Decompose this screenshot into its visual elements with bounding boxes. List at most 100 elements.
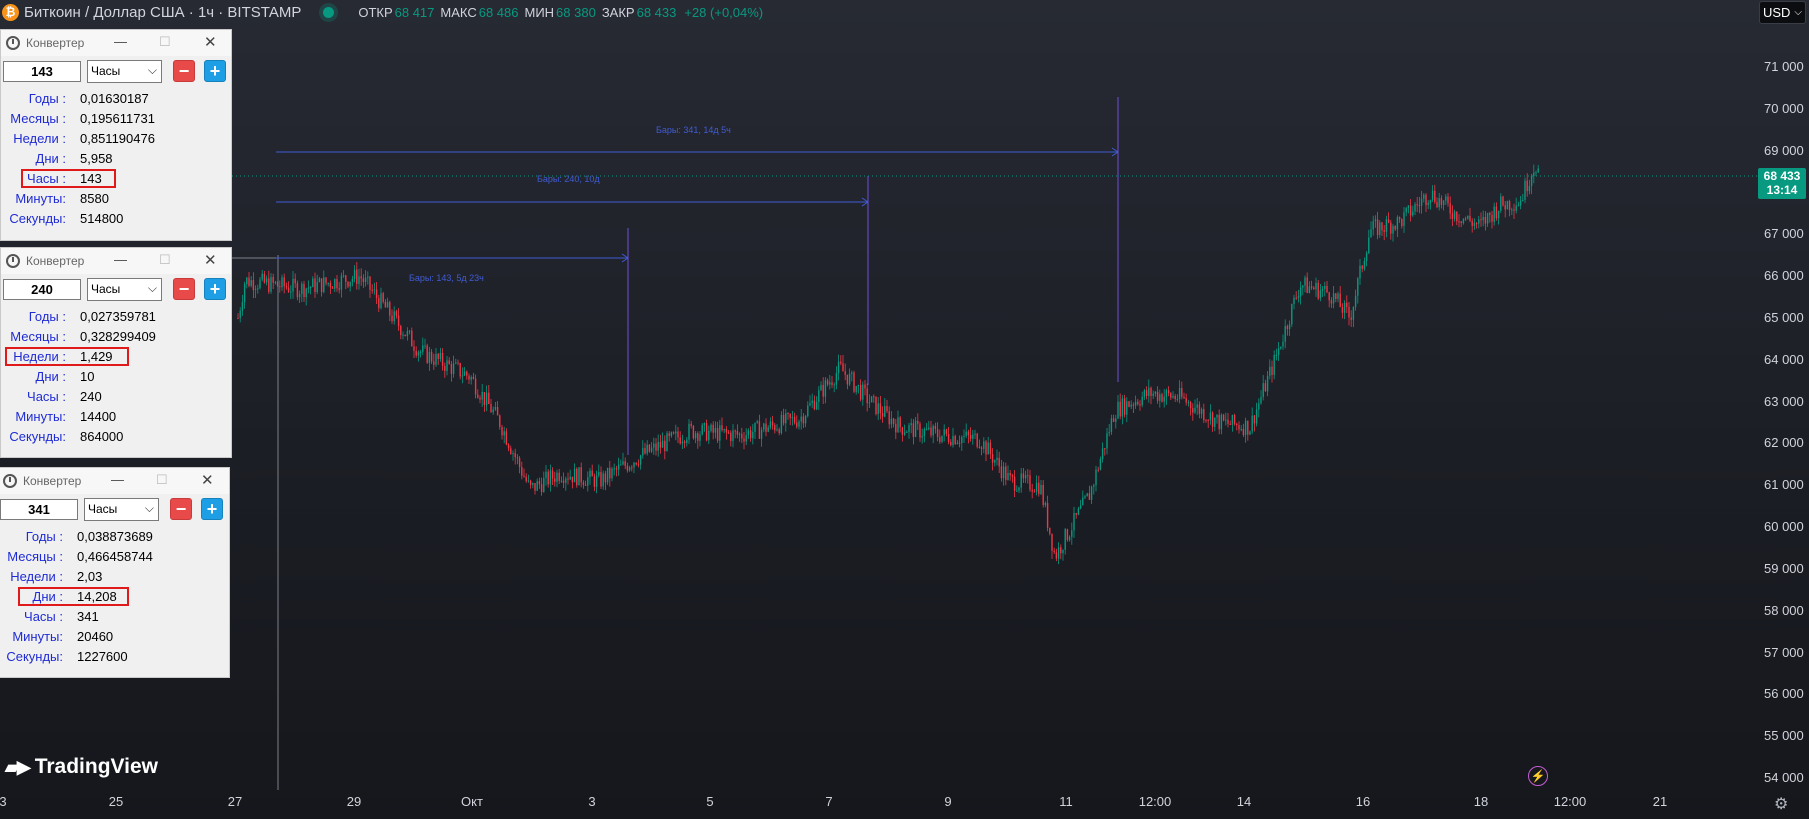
candle-body [939,437,941,442]
price-axis-label: 71 000 [1764,59,1804,74]
candle-body [1141,396,1143,406]
remove-button[interactable]: − [173,278,195,300]
flash-icon[interactable]: ⚡ [1528,766,1548,786]
minimize-icon[interactable]: — [111,472,124,487]
add-button[interactable]: + [201,498,223,520]
minimize-icon[interactable]: — [114,252,127,267]
candle-body [1086,493,1088,497]
candle-body [1308,286,1311,293]
candle-body [1192,408,1194,413]
candle-body [1361,265,1363,269]
candle-body [527,480,530,482]
add-button[interactable]: + [204,60,226,82]
unit-select[interactable]: Часы [87,59,162,83]
converter-window-2[interactable]: Конвертер — ☐ ✕ 240 Часы − + Годы : 0,02… [0,247,232,458]
candle-body [457,362,459,364]
candle-body [716,428,719,441]
candle-body [936,429,939,438]
close-icon[interactable]: ✕ [201,471,214,489]
candle-body [1343,302,1346,313]
candle-body [648,444,651,452]
converter-titlebar[interactable]: Конвертер — ☐ ✕ [1,248,231,274]
candle-body [558,472,560,481]
candle-body [631,467,633,469]
candle-body [1387,219,1390,223]
candle-body [296,283,299,298]
candle-body [1097,469,1099,471]
converter-titlebar[interactable]: Конвертер — ☐ ✕ [1,30,231,56]
converter-titlebar[interactable]: Конвертер — ☐ ✕ [0,468,229,494]
candle-body [1126,401,1128,415]
converter-window-1[interactable]: Конвертер — ☐ ✕ 143 Часы − + Годы : 0,01… [0,29,232,241]
unit-select[interactable]: Часы [84,497,159,521]
converter-controls: 240 Часы − + [1,274,231,304]
candle-body [1205,420,1207,422]
candle-body [846,374,849,385]
candle-body [798,421,800,427]
candle-body [1123,398,1126,415]
value-input[interactable]: 143 [3,60,81,82]
unit-select[interactable]: Часы [87,277,162,301]
candle-body [978,446,981,448]
candle-body [389,302,391,316]
tradingview-logo[interactable]: ▰▶ TradingView [5,755,158,779]
maximize-icon[interactable]: ☐ [159,252,171,268]
add-button[interactable]: + [204,278,226,300]
maximize-icon[interactable]: ☐ [156,472,168,488]
candle-body [1440,198,1443,205]
candle-body [804,416,807,424]
candle-body [525,476,527,482]
price-chart[interactable] [0,0,1809,819]
gear-icon[interactable]: ⚙ [1774,794,1788,814]
close-icon[interactable]: ✕ [204,251,217,269]
value-input[interactable]: 240 [3,278,81,300]
candle-body [1508,201,1511,210]
remove-button[interactable]: − [173,60,195,82]
candle-body [545,471,547,478]
minimize-icon[interactable]: — [114,34,127,49]
candle-body [890,418,893,425]
candle-body [419,351,422,353]
value-input[interactable]: 341 [0,498,78,520]
candle-body [1385,219,1388,232]
time-axis-label: 5 [706,794,714,809]
close-icon[interactable]: ✕ [204,33,217,51]
candle-body [417,352,420,356]
candle-body [906,431,908,433]
currency-button[interactable]: USD ⌵ [1759,1,1806,24]
time-axis-label: 18 [1473,794,1489,809]
candle-body [771,421,774,426]
converter-row-label: Дни : [35,150,66,166]
candle-body [325,277,327,284]
candle-body [1189,402,1192,409]
candle-body [1458,221,1460,223]
candle-body [598,471,600,476]
converter-results: Годы : 0,027359781 Месяцы : 0,328299409 … [1,304,231,446]
converter-row: Минуты: 8580 [1,188,231,208]
candle-body [921,435,923,438]
candle-body [892,418,895,424]
candle-body [903,432,906,435]
candle-body [569,476,571,480]
maximize-icon[interactable]: ☐ [159,34,171,50]
candle-body [1530,176,1533,186]
candle-body [908,425,910,432]
close-label: ЗАКР [601,4,635,20]
clock-icon [6,254,20,268]
converter-window-3[interactable]: Конвертер — ☐ ✕ 341 Часы − + Годы : 0,03… [0,467,230,678]
candle-body [1060,547,1062,554]
candle-body [994,460,996,463]
candle-body [1420,198,1423,206]
symbol-title[interactable]: Биткоин / Доллар США · 1ч · BITSTAMP [24,4,301,21]
candle-body [961,437,963,443]
candle-body [435,353,437,365]
candle-body [972,434,974,439]
low-value: 68 380 [556,4,596,20]
remove-button[interactable]: − [170,498,192,520]
candle-body [472,377,475,379]
candle-body [956,442,959,445]
converter-results: Годы : 0,038873689 Месяцы : 0,466458744 … [0,524,229,666]
candle-body [745,435,747,442]
candle-body [512,453,514,455]
candle-body [1132,404,1135,406]
